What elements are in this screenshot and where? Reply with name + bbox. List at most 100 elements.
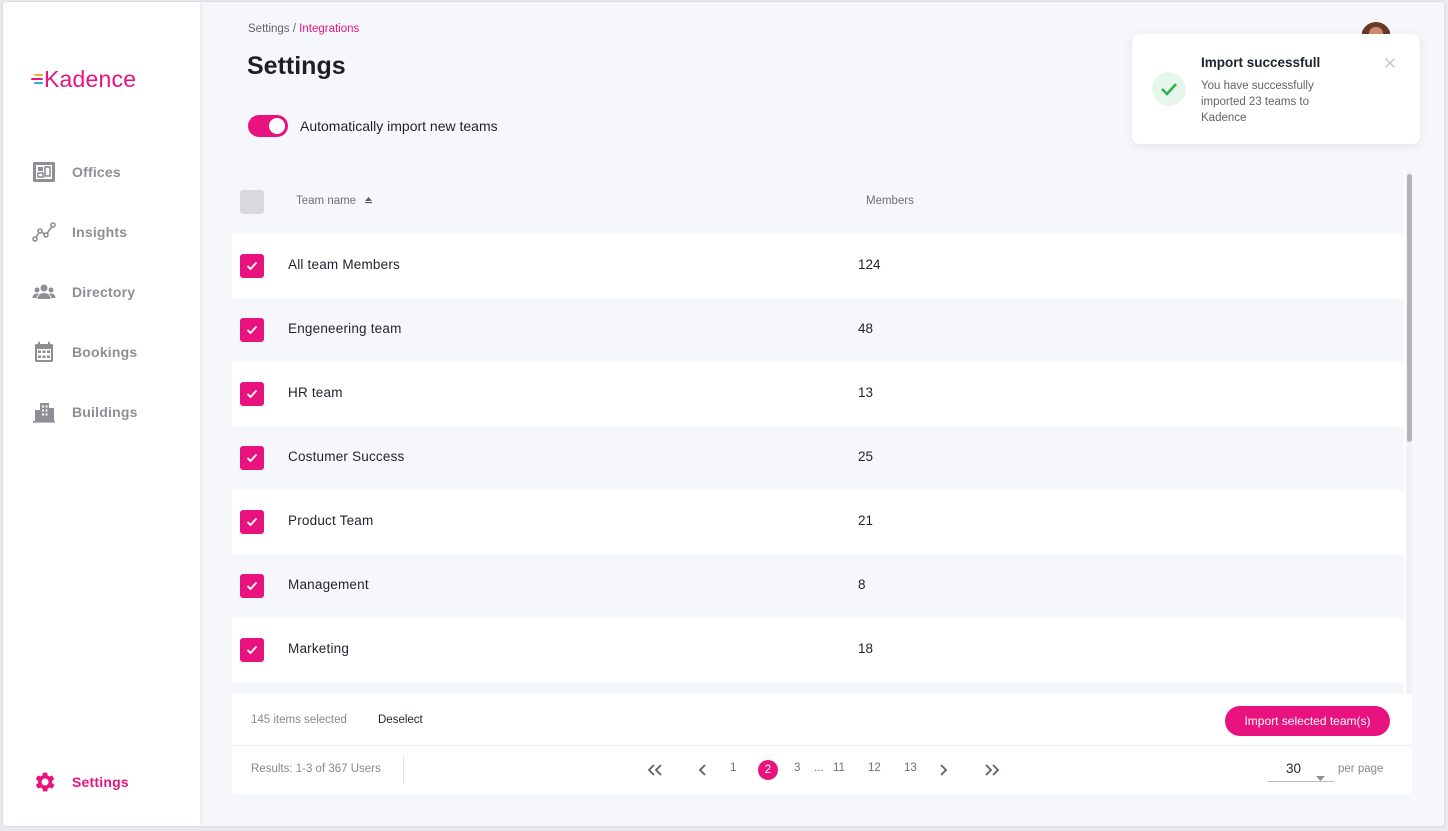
insights-chart-icon xyxy=(31,219,57,245)
per-page-label: per page xyxy=(1338,763,1384,775)
members-cell: 13 xyxy=(858,385,874,400)
members-cell: 21 xyxy=(858,513,874,528)
members-cell: 8 xyxy=(858,577,866,592)
calendar-icon xyxy=(31,339,57,365)
members-cell: 48 xyxy=(858,321,874,336)
first-page-icon[interactable] xyxy=(645,760,665,780)
logo-text: Kadence xyxy=(44,65,137,92)
team-name-cell: Marketing xyxy=(288,641,350,656)
members-cell: 124 xyxy=(858,257,881,272)
members-cell: 25 xyxy=(858,449,874,464)
import-success-toast: Import successfull You have successfully… xyxy=(1132,34,1420,144)
selected-count: 145 items selected xyxy=(251,714,347,726)
checkmark-icon xyxy=(246,453,258,463)
row-checkbox[interactable] xyxy=(240,254,264,278)
sidebar-item-label: Offices xyxy=(72,164,121,180)
breadcrumb: Settings / Integrations xyxy=(248,23,359,35)
select-all-checkbox[interactable] xyxy=(240,190,264,214)
page-3-link[interactable]: 3 xyxy=(794,762,800,774)
row-checkbox[interactable] xyxy=(240,574,264,598)
close-icon[interactable] xyxy=(1384,56,1396,68)
team-name-cell: All team Members xyxy=(288,257,400,272)
column-header-members[interactable]: Members xyxy=(866,195,914,207)
row-checkbox[interactable] xyxy=(240,510,264,534)
sort-ascending-icon xyxy=(365,195,373,207)
auto-import-toggle[interactable] xyxy=(248,115,288,137)
sidebar-item-buildings[interactable]: Buildings xyxy=(31,397,191,427)
breadcrumb-root-link[interactable]: Settings xyxy=(248,23,290,35)
table-row[interactable]: HR team 13 xyxy=(232,362,1404,426)
team-name-cell: Product Team xyxy=(288,513,374,528)
sidebar-item-label: Bookings xyxy=(72,344,138,360)
team-name-cell: Engeneering team xyxy=(288,321,402,336)
table-row[interactable]: Engeneering team 48 xyxy=(232,298,1404,362)
page-13-link[interactable]: 13 xyxy=(904,762,917,774)
per-page-value: 30 xyxy=(1286,761,1302,776)
toast-message: You have successfully imported 23 teams … xyxy=(1201,80,1314,124)
page-2-current[interactable]: 2 xyxy=(758,760,778,780)
chevron-down-icon xyxy=(1316,768,1325,786)
results-summary: Results: 1-3 of 367 Users xyxy=(251,763,381,775)
checkmark-icon xyxy=(246,389,258,399)
previous-page-icon[interactable] xyxy=(692,760,712,780)
checkmark-icon xyxy=(246,517,258,527)
selection-bar: 145 items selected Deselect Import selec… xyxy=(232,694,1412,746)
table-scrollbar-thumb[interactable] xyxy=(1407,174,1412,442)
table-row[interactable]: Management 8 xyxy=(232,554,1404,618)
last-page-icon[interactable] xyxy=(982,760,1002,780)
checkmark-icon xyxy=(246,581,258,591)
column-header-label: Team name xyxy=(296,195,357,208)
row-checkbox[interactable] xyxy=(240,638,264,662)
pagination-bar: Results: 1-3 of 367 Users 1 2 3 ... 11 1… xyxy=(232,746,1412,794)
success-check-icon xyxy=(1152,72,1186,106)
people-icon xyxy=(31,279,57,305)
gear-icon xyxy=(31,769,57,795)
team-name-cell: Management xyxy=(288,577,369,592)
toast-title: Import successfull xyxy=(1201,55,1321,70)
breadcrumb-separator: / xyxy=(289,23,300,35)
sidebar-item-bookings[interactable]: Bookings xyxy=(31,337,191,367)
teams-table-card: Team name Members All team Members 124 E… xyxy=(232,170,1412,794)
buildings-icon xyxy=(31,399,57,425)
sidebar-item-label: Directory xyxy=(72,284,136,300)
office-map-icon xyxy=(31,159,57,185)
deselect-link[interactable]: Deselect xyxy=(378,714,423,726)
sidebar-item-insights[interactable]: Insights xyxy=(31,217,191,247)
page-11-link[interactable]: 11 xyxy=(833,762,845,774)
auto-import-label: Automatically import new teams xyxy=(300,118,498,134)
table-row[interactable]: Costumer Success 25 xyxy=(232,426,1404,490)
members-cell: 18 xyxy=(858,641,874,656)
toggle-knob xyxy=(269,118,285,134)
sidebar-item-label: Settings xyxy=(72,774,129,790)
auto-import-setting: Automatically import new teams xyxy=(248,115,498,137)
per-page-select[interactable]: 30 xyxy=(1268,758,1334,782)
sidebar-item-directory[interactable]: Directory xyxy=(31,277,191,307)
sidebar-item-settings[interactable]: Settings xyxy=(31,767,191,797)
row-checkbox[interactable] xyxy=(240,382,264,406)
checkmark-icon xyxy=(246,645,258,655)
page-ellipsis: ... xyxy=(814,762,824,774)
logo-mark-icon xyxy=(31,73,43,85)
checkmark-icon xyxy=(246,261,258,271)
checkmark-icon xyxy=(246,325,258,335)
page-12-link[interactable]: 12 xyxy=(868,762,881,774)
table-row[interactable]: All team Members 124 xyxy=(232,234,1404,298)
row-checkbox[interactable] xyxy=(240,318,264,342)
table-header: Team name Members xyxy=(232,170,1404,234)
team-name-cell: Costumer Success xyxy=(288,449,405,464)
team-name-cell: HR team xyxy=(288,385,343,400)
sidebar-item-label: Insights xyxy=(72,224,128,240)
sidebar-item-offices[interactable]: Offices xyxy=(31,157,191,187)
kadence-logo[interactable]: Kadence xyxy=(31,64,136,94)
row-checkbox[interactable] xyxy=(240,446,264,470)
table-row-partial xyxy=(232,682,1404,694)
table-row[interactable]: Marketing 18 xyxy=(232,618,1404,682)
page-1-link[interactable]: 1 xyxy=(730,762,736,774)
column-header-team-name[interactable]: Team name xyxy=(296,195,373,208)
divider xyxy=(403,756,404,784)
sidebar-item-label: Buildings xyxy=(72,404,138,420)
table-row[interactable]: Product Team 21 xyxy=(232,490,1404,554)
next-page-icon[interactable] xyxy=(933,760,953,780)
breadcrumb-current: Integrations xyxy=(299,23,360,35)
import-selected-button[interactable]: Import selected team(s) xyxy=(1225,706,1390,736)
